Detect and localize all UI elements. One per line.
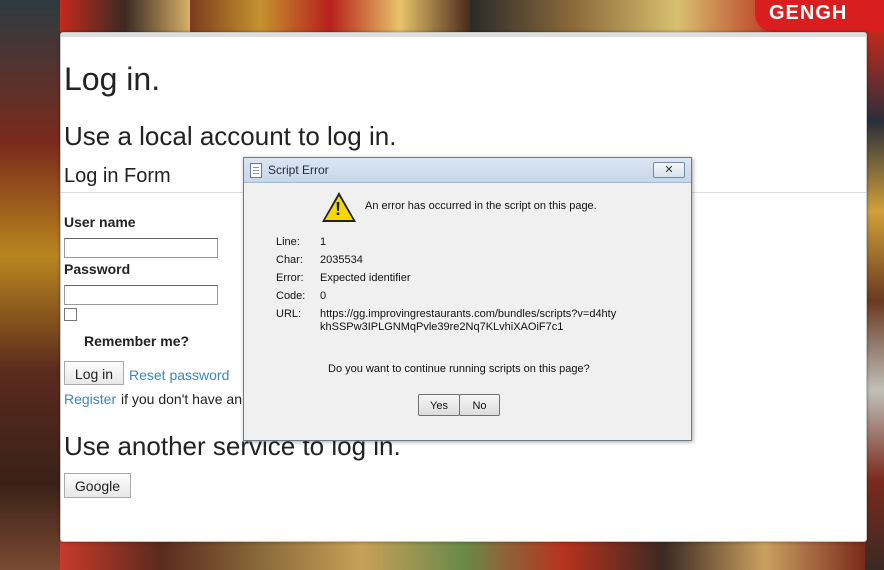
bg-photo-bottom [60, 540, 865, 570]
char-label: Char: [276, 254, 303, 266]
code-value: 0 [320, 290, 327, 302]
register-link[interactable]: Register [64, 391, 116, 407]
dialog-title: Script Error [268, 163, 329, 177]
dialog-titlebar: Script Error ✕ [244, 158, 691, 183]
password-input[interactable] [64, 285, 218, 305]
document-icon [250, 163, 262, 178]
script-error-dialog: Script Error ✕ ! An error has occurred i… [243, 157, 692, 441]
close-button[interactable]: ✕ [653, 162, 685, 178]
bg-photo-top-2 [190, 0, 470, 32]
line-value: 1 [320, 236, 327, 248]
register-text: if you don't have an [121, 391, 242, 407]
remember-label: Remember me? [84, 333, 190, 349]
line-label: Line: [276, 236, 300, 248]
reset-password-link[interactable]: Reset password [129, 367, 229, 383]
page-title: Log in. [64, 61, 161, 97]
username-label: User name [64, 214, 136, 230]
yes-button[interactable]: Yes [418, 394, 460, 416]
continue-question: Do you want to continue running scripts … [328, 363, 590, 375]
form-heading: Log in Form [64, 165, 171, 187]
password-label: Password [64, 261, 131, 277]
brand-logo: GENGH [755, 0, 884, 32]
page-subtitle: Use a local account to log in. [64, 121, 397, 151]
error-label: Error: [276, 272, 304, 284]
code-label: Code: [276, 290, 306, 302]
login-button[interactable]: Log in [64, 361, 124, 385]
char-value: 2035534 [320, 254, 363, 266]
google-button[interactable]: Google [64, 473, 131, 498]
username-input[interactable] [64, 238, 218, 258]
bg-photo-right [865, 32, 884, 570]
remember-checkbox[interactable] [64, 308, 77, 321]
url-value: https://gg.improvingrestaurants.com/bund… [320, 308, 617, 333]
url-label: URL: [276, 308, 302, 320]
bg-photo-left [0, 0, 60, 570]
no-button[interactable]: No [459, 394, 500, 416]
error-message: An error has occurred in the script on t… [365, 200, 597, 212]
bg-photo-top-1 [60, 0, 190, 32]
error-value: Expected identifier [320, 272, 411, 284]
